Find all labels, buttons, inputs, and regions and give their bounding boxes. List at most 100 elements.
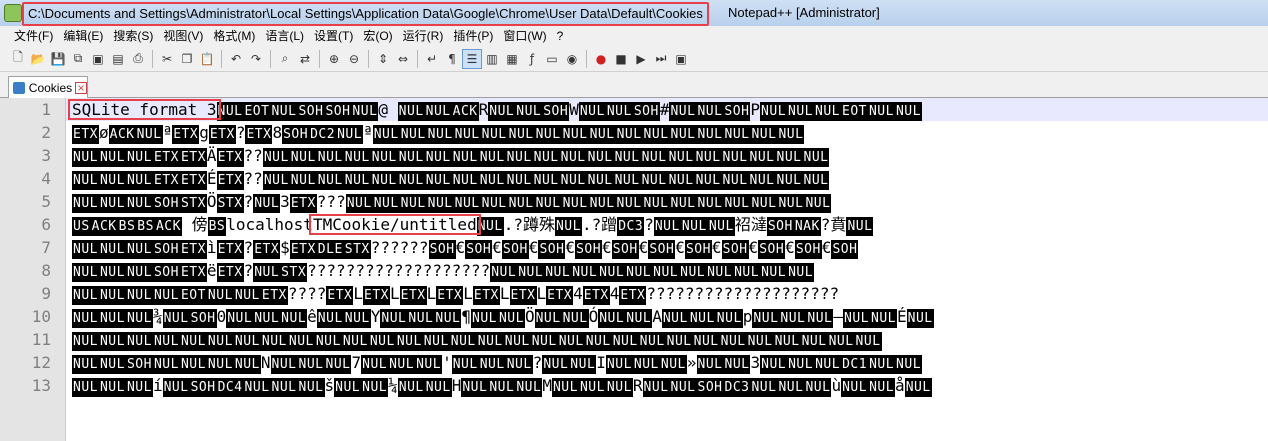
close-file-icon[interactable]: ▣ <box>88 49 108 69</box>
save-all-icon[interactable]: ⧉ <box>68 49 88 69</box>
control-char-token: ETX <box>472 286 500 305</box>
control-char-token: NUL <box>868 378 896 397</box>
control-char-token: NUL <box>98 194 126 213</box>
control-char-token: NUL <box>906 309 934 328</box>
control-char-token: ETX <box>216 171 244 190</box>
menu-item[interactable]: 宏(O) <box>358 26 397 46</box>
code-text: ? <box>480 261 491 280</box>
code-text: í <box>152 376 163 395</box>
undo-icon[interactable]: ↶ <box>226 49 246 69</box>
control-char-token: NUL <box>415 355 443 374</box>
record-macro-icon[interactable]: ● <box>591 49 611 69</box>
control-char-token: NUL <box>544 263 572 282</box>
control-char-token: NUL <box>696 355 724 374</box>
code-text: R <box>632 376 643 395</box>
control-char-token: NUL <box>341 332 369 351</box>
show-all-chars-icon[interactable]: ¶ <box>442 49 462 69</box>
sync-vertical-icon[interactable]: ⇕ <box>373 49 393 69</box>
menu-item[interactable]: 插件(P) <box>448 26 498 46</box>
line-number: 10 <box>31 307 51 326</box>
menu-item[interactable]: 语言(L) <box>260 26 309 46</box>
code-line: NUL NUL SOH NUL NUL NUL NULNNUL NUL NUL7NUL NUL NU… <box>72 351 923 374</box>
control-char-token: SOH <box>428 240 456 259</box>
control-char-token: ETX <box>619 286 647 305</box>
control-char-token: NUL <box>777 194 805 213</box>
print-icon[interactable]: ⎙ <box>128 49 148 69</box>
find-icon[interactable]: ⌕ <box>275 49 295 69</box>
control-char-token: NUL <box>397 378 425 397</box>
toolbar-separator <box>319 49 320 68</box>
doc-map-icon[interactable]: ▦ <box>502 49 522 69</box>
function-list-icon[interactable]: ƒ <box>522 49 542 69</box>
control-char-token: DLE <box>316 240 344 259</box>
title-bar[interactable]: C:\Documents and Settings\Administrator\… <box>0 0 1268 26</box>
control-char-token: NUL <box>750 378 778 397</box>
control-char-token: NUL <box>434 309 462 328</box>
control-char-token: NUL <box>422 332 450 351</box>
control-char-token: NUL <box>125 194 153 213</box>
code-text: ? <box>422 261 433 280</box>
copy-icon[interactable]: ❐ <box>177 49 197 69</box>
menu-item[interactable]: 运行(R) <box>398 26 449 46</box>
replace-icon[interactable]: ⇄ <box>295 49 315 69</box>
control-char-token: NUL <box>471 309 498 328</box>
indent-guide-icon[interactable]: ☰ <box>462 48 482 69</box>
run-macro-multiple-icon[interactable]: ⏭ <box>651 49 671 69</box>
folder-workspace-icon[interactable]: ▭ <box>542 49 562 69</box>
paste-icon[interactable]: 📋 <box>197 49 217 69</box>
menu-item[interactable]: 格式(M) <box>208 26 260 46</box>
control-char-token: NUL <box>638 332 666 351</box>
code-text: ì <box>206 238 217 257</box>
control-char-token: NUL <box>787 102 815 121</box>
play-macro-icon[interactable]: ▶ <box>631 49 651 69</box>
cut-icon[interactable]: ✂ <box>157 49 177 69</box>
save-macro-icon[interactable]: ▣ <box>671 49 691 69</box>
control-char-token: NUL <box>854 332 882 351</box>
code-text: € <box>821 238 832 257</box>
code-line: NUL NUL NUL SOH ETXëETX?NUL STX??????????????… <box>72 259 815 282</box>
editor[interactable]: 1 2 3 4 5 6 7 8 9 10 11 12 13 SQLite format 3NUL EOT N… <box>0 98 1268 441</box>
code-text: ??? <box>316 192 346 211</box>
control-char-token: SOH <box>575 240 603 259</box>
control-char-token: NUL <box>642 378 670 397</box>
redo-icon[interactable]: ↷ <box>246 49 266 69</box>
code-text: ???????????? <box>646 284 762 303</box>
control-char-token: NUL <box>827 332 855 351</box>
window-title-path: C:\Documents and Settings\Administrator\… <box>22 2 709 26</box>
sync-horizontal-icon[interactable]: ⇔ <box>393 49 413 69</box>
code-text: É <box>206 169 217 188</box>
word-wrap-icon[interactable]: ↵ <box>422 49 442 69</box>
control-char-token: NUL <box>476 332 504 351</box>
line-number: 9 <box>41 284 51 303</box>
close-icon[interactable]: × <box>75 81 87 94</box>
menu-item[interactable]: 视图(V) <box>158 26 208 46</box>
control-char-token: NUL <box>652 263 680 282</box>
control-char-token: SOH <box>684 240 712 259</box>
new-file-icon[interactable]: 🗋 <box>8 49 28 69</box>
zoom-in-icon[interactable]: ⊕ <box>324 49 344 69</box>
control-char-token: NUL <box>542 355 570 374</box>
menu-item[interactable]: 窗口(W) <box>498 26 551 46</box>
menu-item[interactable]: 搜索(S) <box>108 26 158 46</box>
control-char-token: NUL <box>262 148 290 167</box>
menu-item[interactable]: ? <box>552 26 569 46</box>
open-file-icon[interactable]: 📂 <box>28 49 48 69</box>
menu-item[interactable]: 文件(F) <box>9 26 58 46</box>
stop-macro-icon[interactable]: ■ <box>611 49 631 69</box>
tab-cookies[interactable]: Cookies × <box>8 76 88 98</box>
code-text: 8 <box>272 123 283 142</box>
control-char-token: STX <box>280 263 308 282</box>
udl-icon[interactable]: ▥ <box>482 49 502 69</box>
line-number: 8 <box>41 261 51 280</box>
zoom-out-icon[interactable]: ⊖ <box>344 49 364 69</box>
code-text: ¶ <box>461 307 471 326</box>
control-char-token: ETX <box>582 286 610 305</box>
code-text: 7 <box>351 353 362 372</box>
menu-item[interactable]: 设置(T) <box>309 26 358 46</box>
save-icon[interactable]: 💾 <box>48 49 68 69</box>
line-number: 6 <box>41 215 51 234</box>
control-char-token: NUL <box>98 148 126 167</box>
monitoring-icon[interactable]: ◉ <box>562 49 582 69</box>
close-all-icon[interactable]: ▤ <box>108 49 128 69</box>
menu-item[interactable]: 编辑(E) <box>58 26 108 46</box>
